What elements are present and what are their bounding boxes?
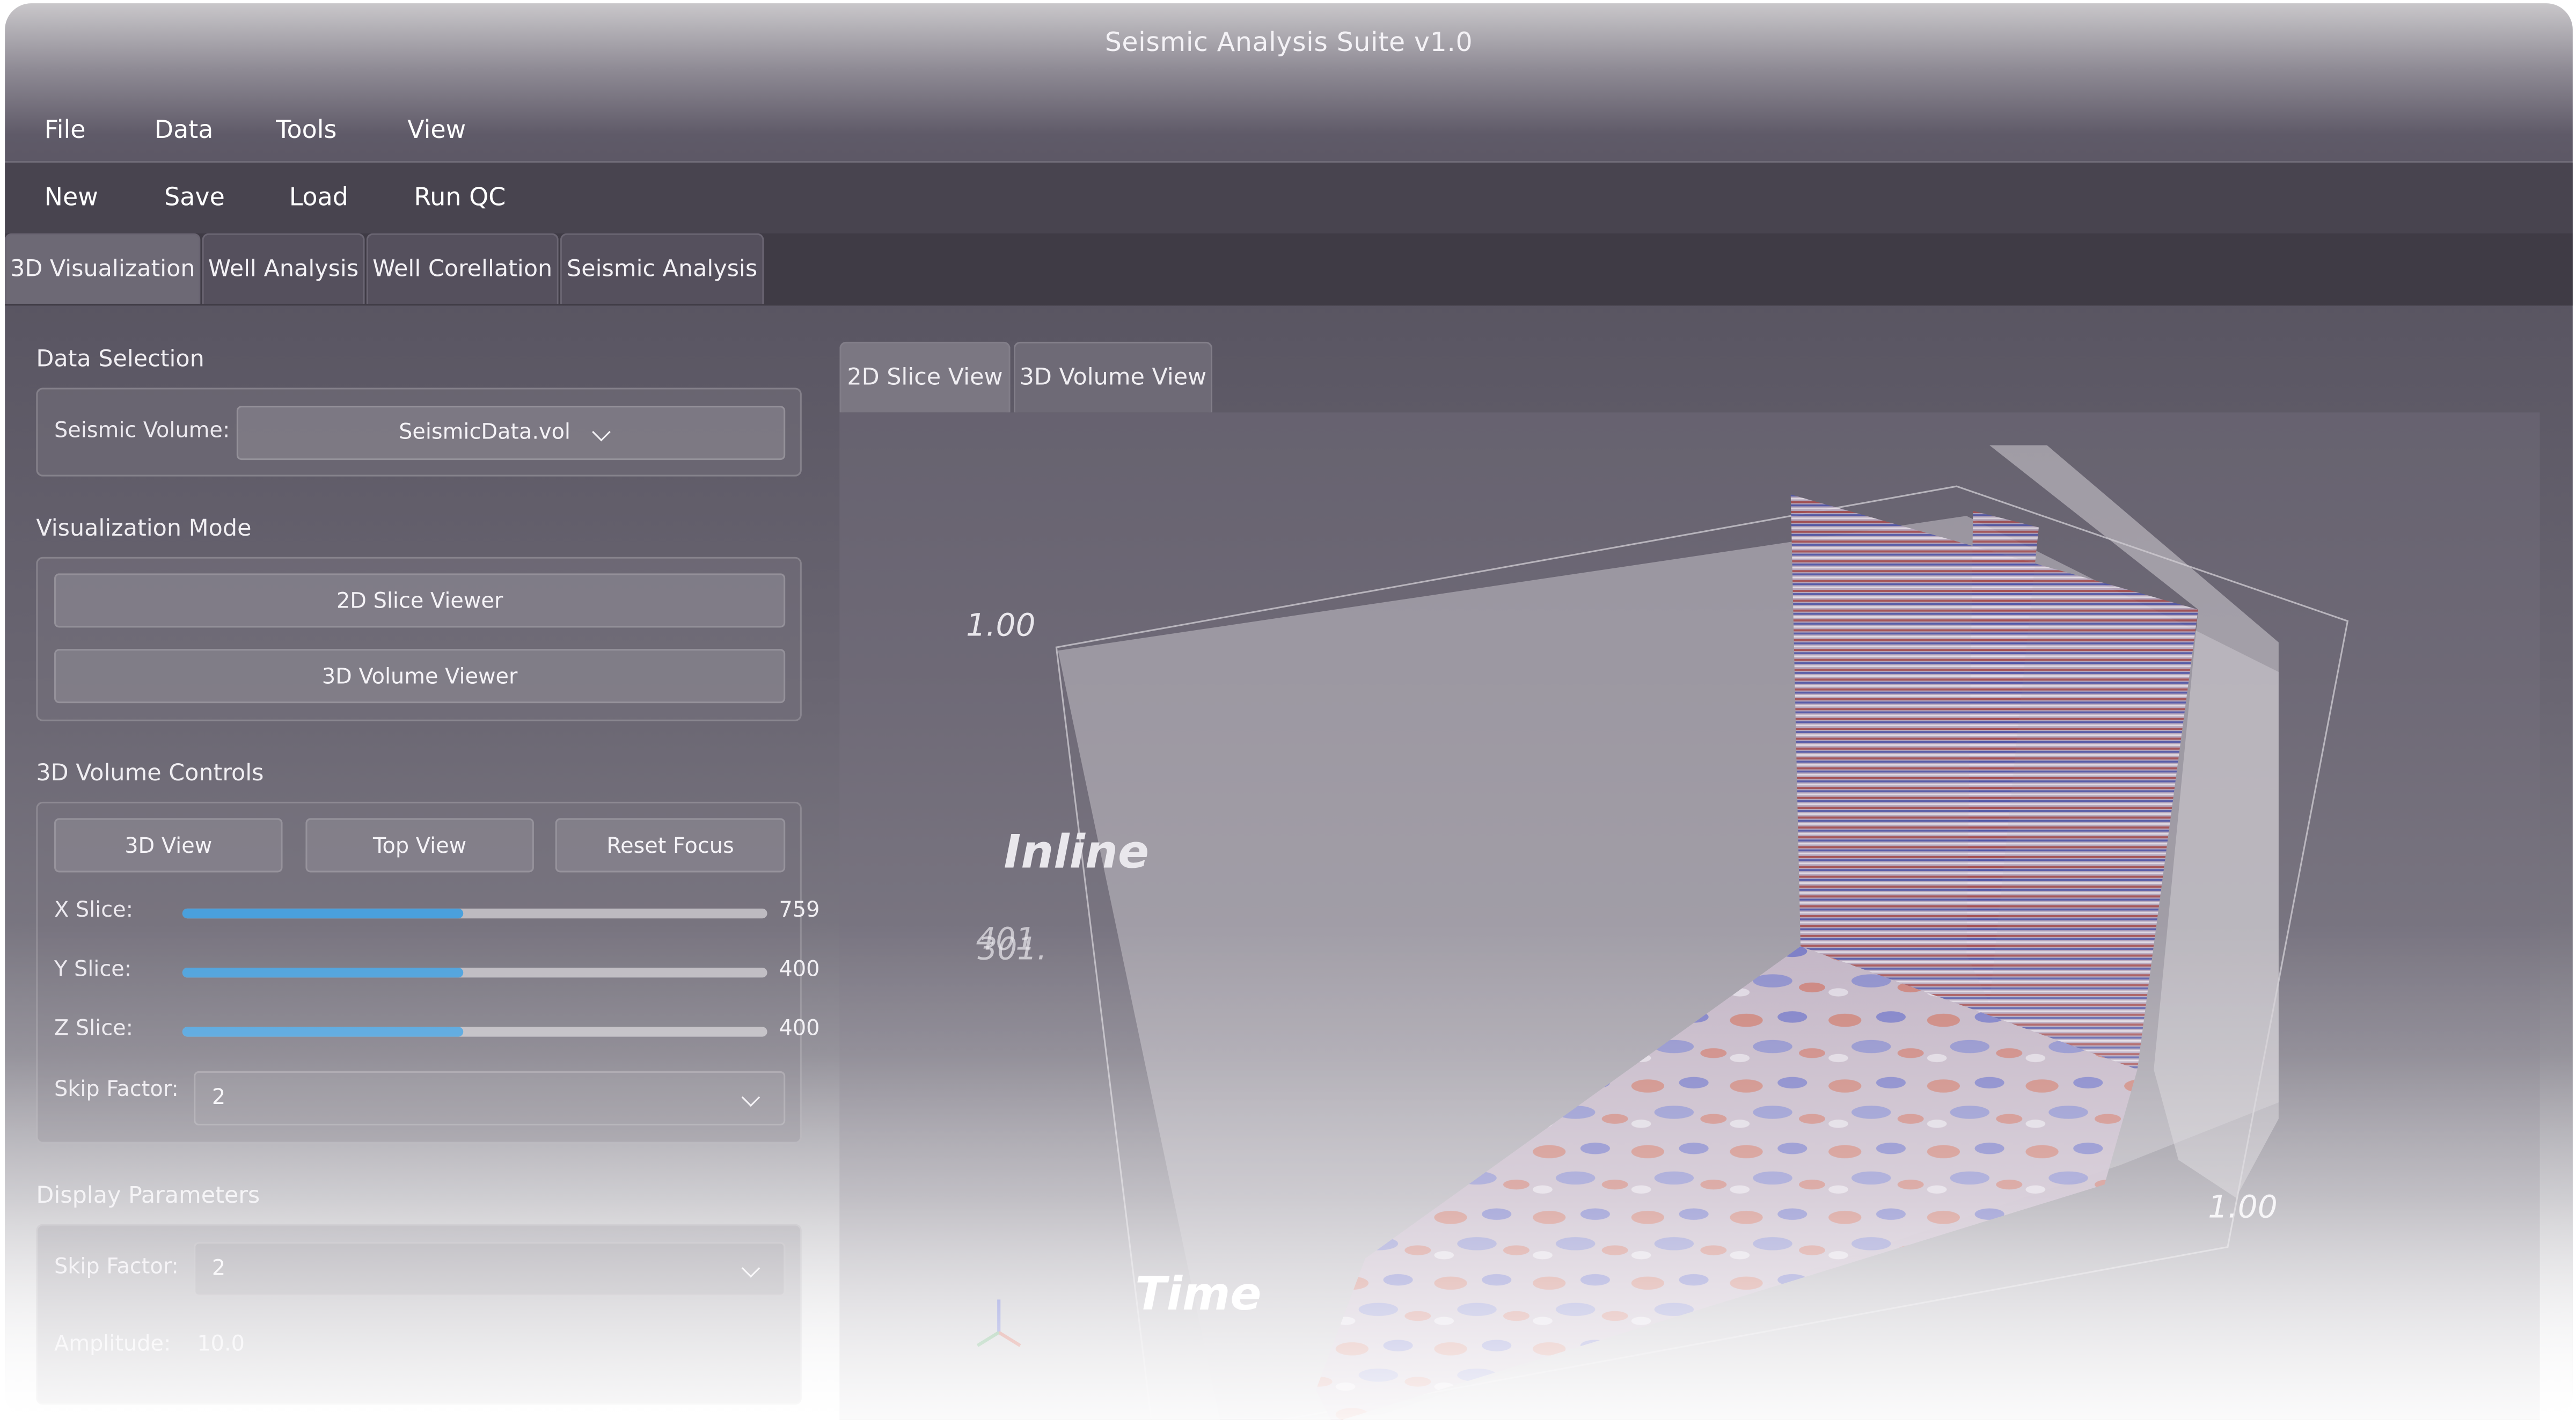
z-slice-label: Z Slice:: [54, 1017, 134, 1042]
tab-3d-volume-view[interactable]: 3D Volume View: [1013, 341, 1213, 413]
x-slice-label: X Slice:: [54, 898, 134, 924]
seismic-volume-render: 1.00 401 301. 1.00 Inline Time: [966, 445, 2349, 1420]
orientation-axes-icon: [976, 1299, 1021, 1347]
visualization-mode-group: 2D Slice Viewer 3D Volume Viewer: [36, 557, 802, 721]
x-slice-slider[interactable]: [182, 908, 767, 919]
main-tab-bar: 3D Visualization Well Analysis Well Core…: [5, 233, 2573, 306]
menu-data[interactable]: Data: [155, 115, 214, 144]
y-slice-label: Y Slice:: [54, 957, 132, 983]
display-parameters-heading: Display Parameters: [36, 1183, 260, 1210]
top-view-button[interactable]: Top View: [305, 818, 534, 873]
seismic-volume-select[interactable]: SeismicData.vol: [236, 406, 786, 460]
z-slice-slider[interactable]: [182, 1027, 767, 1037]
y-slice-slider[interactable]: [182, 968, 767, 978]
tab-3d-visualization[interactable]: 3D Visualization: [5, 233, 201, 304]
tick-label-mid-left-b: 301.: [977, 931, 1046, 967]
content-area: Data Selection Seismic Volume: SeismicDa…: [5, 305, 2573, 1420]
display-skip-factor-value: 2: [211, 1256, 226, 1282]
data-selection-group: Seismic Volume: SeismicData.vol: [36, 387, 802, 477]
3d-volume-viewer-button[interactable]: 3D Volume Viewer: [54, 649, 786, 704]
chevron-down-icon: [741, 1086, 760, 1110]
data-selection-heading: Data Selection: [36, 346, 204, 373]
2d-slice-viewer-button[interactable]: 2D Slice Viewer: [54, 573, 786, 628]
tick-label-top-left: 1.00: [966, 607, 1035, 643]
skip-factor-value: 2: [211, 1086, 226, 1111]
seismic-volume-label: Seismic Volume:: [54, 419, 230, 444]
y-slice-value: 400: [779, 957, 820, 983]
tab-seismic-analysis[interactable]: Seismic Analysis: [560, 233, 764, 304]
chevron-down-icon: [741, 1257, 760, 1282]
save-button[interactable]: Save: [164, 182, 225, 212]
3d-view-button[interactable]: 3D View: [54, 818, 283, 873]
amplitude-label: Amplitude:: [54, 1332, 171, 1357]
reset-focus-button[interactable]: Reset Focus: [555, 818, 786, 873]
tab-well-corellation[interactable]: Well Corellation: [366, 233, 559, 304]
tab-2d-slice-view[interactable]: 2D Slice View: [839, 341, 1011, 413]
tick-label-bottom-right: 1.00: [2208, 1188, 2278, 1225]
skip-factor-label: Skip Factor:: [54, 1078, 179, 1103]
x-slice-fill: [182, 908, 463, 919]
volume-controls-group: 3D View Top View Reset Focus X Slice: 75…: [36, 801, 820, 1144]
load-button[interactable]: Load: [289, 182, 348, 212]
menu-bar: File Data Tools View: [5, 105, 2573, 163]
tab-well-analysis[interactable]: Well Analysis: [202, 233, 365, 304]
inline-axis-label: Inline: [1004, 825, 1149, 879]
run-qc-button[interactable]: Run QC: [414, 182, 506, 212]
z-slice-value: 400: [779, 1017, 820, 1042]
app-window: Seismic Analysis Suite v1.0 File Data To…: [5, 3, 2573, 1420]
window-title: Seismic Analysis Suite v1.0: [1104, 26, 1473, 58]
chevron-down-icon: [592, 421, 611, 445]
display-parameters-group: Skip Factor: 2 Amplitude: 10.0: [36, 1224, 802, 1405]
z-slice-fill: [182, 1027, 463, 1037]
display-skip-factor-select[interactable]: 2: [194, 1242, 786, 1297]
volume-viewport[interactable]: 1.00 401 301. 1.00 Inline Time: [839, 412, 2540, 1420]
toolbar: New Save Load Run QC: [5, 163, 2573, 233]
volume-controls-heading: 3D Volume Controls: [36, 760, 264, 787]
time-axis-label: Time: [1135, 1267, 1261, 1321]
menu-view[interactable]: View: [407, 115, 466, 144]
menu-tools[interactable]: Tools: [276, 115, 336, 144]
y-slice-fill: [182, 968, 463, 978]
visualization-mode-heading: Visualization Mode: [36, 516, 252, 543]
x-slice-value: 759: [779, 898, 820, 924]
amplitude-value[interactable]: 10.0: [197, 1333, 245, 1357]
menu-file[interactable]: File: [45, 115, 86, 144]
seismic-volume-value: SeismicData.vol: [399, 420, 571, 445]
new-button[interactable]: New: [45, 182, 98, 212]
skip-factor-select[interactable]: 2: [194, 1071, 786, 1125]
display-skip-factor-label: Skip Factor:: [54, 1255, 179, 1280]
